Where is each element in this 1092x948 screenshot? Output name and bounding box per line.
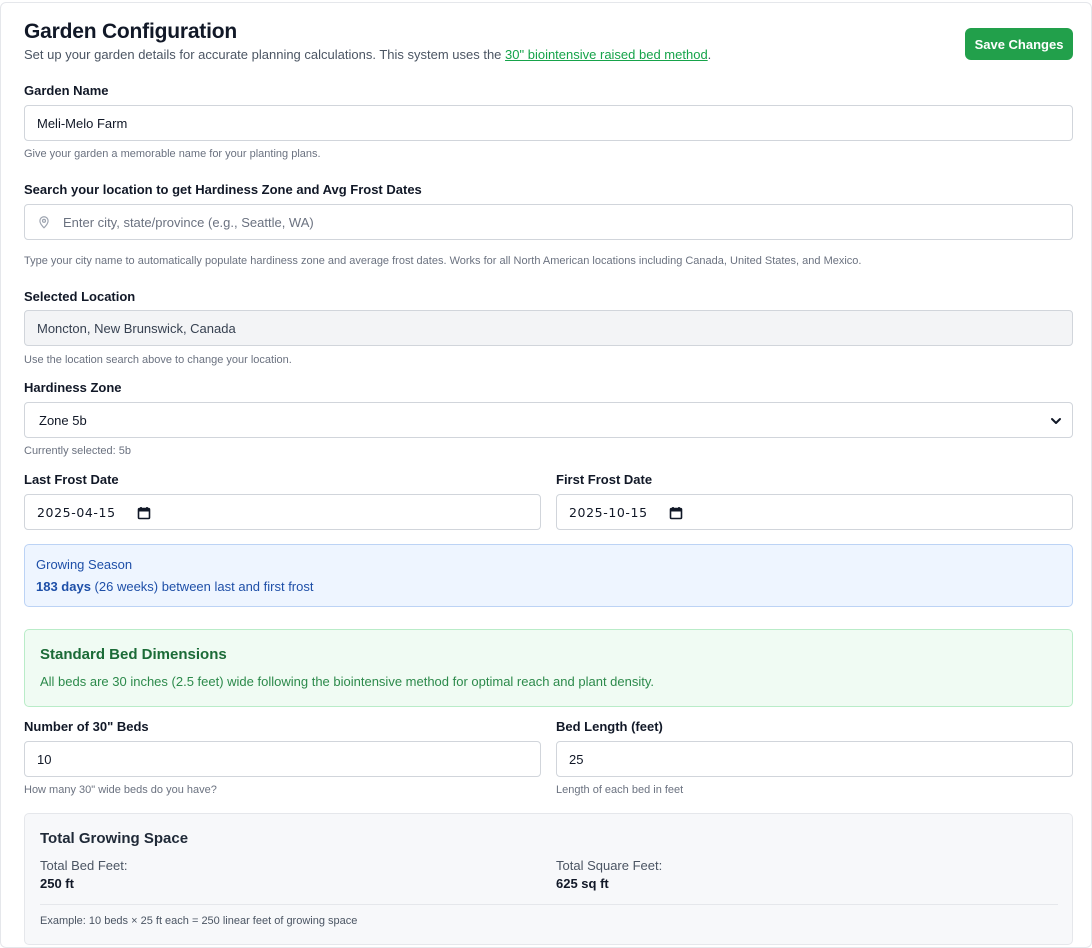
first-frost-label: First Frost Date: [556, 472, 653, 487]
chevron-down-icon: [1050, 415, 1062, 427]
bed-count-label: Number of 30" Beds: [24, 719, 149, 734]
save-changes-button[interactable]: Save Changes: [965, 28, 1073, 60]
bed-dimensions-text: All beds are 30 inches (2.5 feet) wide f…: [40, 674, 655, 689]
first-frost-date-input[interactable]: 2025-10-15: [556, 494, 1073, 530]
subtitle-text: Set up your garden details for accurate …: [24, 47, 506, 62]
location-search-help: Type your city name to automatically pop…: [24, 255, 862, 267]
location-search-placeholder: Enter city, state/province (e.g., Seattl…: [63, 214, 314, 230]
bed-length-help: Length of each bed in feet: [556, 784, 684, 796]
bed-dimensions-title: Standard Bed Dimensions: [40, 646, 227, 663]
map-pin-icon: [37, 215, 51, 229]
page-subtitle: Set up your garden details for accurate …: [24, 47, 711, 62]
garden-name-value: Meli-Melo Farm: [37, 115, 128, 131]
selected-location-label: Selected Location: [24, 289, 136, 304]
growing-season-card: [24, 544, 1073, 607]
page-title: Garden Configuration: [24, 20, 237, 43]
bed-count-input[interactable]: 10: [24, 741, 541, 777]
growing-season-title: Growing Season: [36, 557, 133, 572]
total-square-feet-label: Total Square Feet:: [556, 858, 663, 873]
bed-count-help: How many 30" wide beds do you have?: [24, 784, 217, 796]
biointensive-method-link[interactable]: 30" biointensive raised bed method: [505, 47, 708, 62]
calendar-icon[interactable]: [669, 506, 683, 520]
last-frost-value: 2025-04-15: [37, 504, 116, 520]
selected-location-help: Use the location search above to change …: [24, 354, 292, 366]
total-square-feet-value: 625 sq ft: [556, 876, 609, 891]
garden-name-label: Garden Name: [24, 83, 109, 98]
bed-length-input[interactable]: 25: [556, 741, 1073, 777]
growing-season-days: 183 days: [36, 579, 91, 594]
subtitle-end: .: [707, 47, 712, 62]
hardiness-zone-label: Hardiness Zone: [24, 380, 122, 395]
divider: [40, 904, 1058, 905]
selected-location-value: Moncton, New Brunswick, Canada: [37, 320, 236, 336]
garden-name-help: Give your garden a memorable name for yo…: [24, 148, 321, 160]
first-frost-value: 2025-10-15: [569, 504, 648, 520]
total-bed-feet-label: Total Bed Feet:: [40, 858, 128, 873]
growing-season-detail: (26 weeks) between last and first frost: [90, 579, 314, 594]
garden-name-input[interactable]: Meli-Melo Farm: [24, 105, 1073, 141]
growing-season-summary: 183 days (26 weeks) between last and fir…: [36, 579, 313, 594]
hardiness-zone-help: Currently selected: 5b: [24, 445, 131, 457]
bed-count-value: 10: [37, 751, 52, 767]
last-frost-label: Last Frost Date: [24, 472, 119, 487]
calendar-icon[interactable]: [137, 506, 151, 520]
hardiness-zone-value: Zone 5b: [39, 412, 87, 428]
location-search-label: Search your location to get Hardiness Zo…: [24, 182, 422, 197]
hardiness-zone-select[interactable]: Zone 5b: [24, 402, 1073, 438]
selected-location-field: Moncton, New Brunswick, Canada: [24, 310, 1073, 346]
total-example-text: Example: 10 beds × 25 ft each = 250 line…: [40, 915, 358, 927]
total-growing-space-title: Total Growing Space: [40, 830, 189, 847]
location-search-input[interactable]: Enter city, state/province (e.g., Seattl…: [24, 204, 1073, 240]
settings-panel: [0, 2, 1092, 948]
bed-length-value: 25: [569, 751, 584, 767]
bed-dimensions-card: [24, 629, 1073, 707]
bed-length-label: Bed Length (feet): [556, 719, 663, 734]
last-frost-date-input[interactable]: 2025-04-15: [24, 494, 541, 530]
total-bed-feet-value: 250 ft: [40, 876, 74, 891]
